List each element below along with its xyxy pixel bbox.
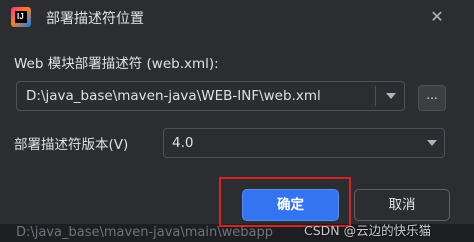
descriptor-label: Web 模块部署描述符 (web.xml): bbox=[14, 56, 219, 72]
dialog-title: 部署描述符位置 bbox=[46, 11, 144, 27]
browse-button[interactable]: ... bbox=[418, 85, 446, 111]
descriptor-path-value[interactable]: D:\java_base\maven-java\WEB-INF\web.xml bbox=[26, 88, 321, 104]
cancel-button[interactable]: 取消 bbox=[354, 189, 450, 221]
close-icon[interactable]: ✕ bbox=[428, 8, 446, 26]
background-path-text: D:\java_base\maven-java\main\webapp bbox=[16, 225, 273, 240]
csdn-watermark: CSDN @云边的快乐猫 bbox=[304, 223, 432, 238]
dialog-titlebar: IJ 部署描述符位置 ✕ bbox=[0, 0, 474, 36]
version-value: 4.0 bbox=[172, 135, 194, 151]
combobox-divider bbox=[375, 86, 376, 106]
chevron-down-icon[interactable] bbox=[386, 93, 396, 99]
chevron-down-icon[interactable] bbox=[427, 140, 437, 146]
ok-button[interactable]: 确定 bbox=[242, 189, 339, 221]
version-select[interactable]: 4.0 bbox=[163, 128, 445, 158]
version-label: 部署描述符版本(V) bbox=[14, 137, 129, 153]
intellij-idea-icon: IJ bbox=[11, 7, 31, 27]
descriptor-path-combobox[interactable]: D:\java_base\maven-java\WEB-INF\web.xml bbox=[16, 81, 405, 111]
